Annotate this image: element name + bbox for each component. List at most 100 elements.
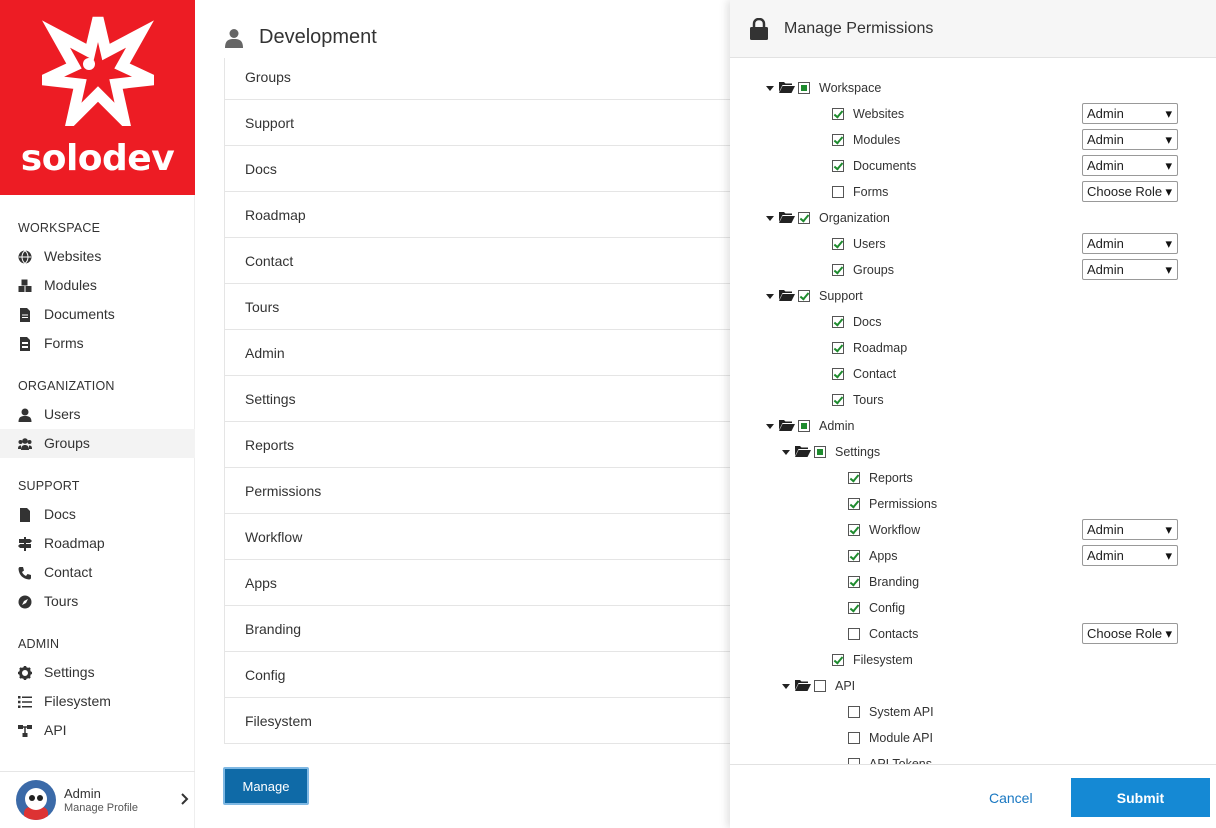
- caret-down-icon[interactable]: [782, 683, 790, 689]
- tree-node: Tours: [832, 387, 884, 413]
- list-item[interactable]: Admin: [225, 329, 764, 375]
- role-select[interactable]: Choose Role: [1082, 623, 1178, 644]
- permission-checkbox[interactable]: [848, 732, 860, 744]
- role-select[interactable]: Admin: [1082, 103, 1178, 124]
- list-item[interactable]: Groups: [225, 58, 764, 99]
- permission-checkbox[interactable]: [832, 264, 844, 276]
- list-item[interactable]: Reports: [225, 421, 764, 467]
- permission-checkbox[interactable]: [848, 602, 860, 614]
- permission-checkbox[interactable]: [832, 186, 844, 198]
- permission-checkbox[interactable]: [814, 446, 826, 458]
- list-item[interactable]: Support: [225, 99, 764, 145]
- permission-checkbox[interactable]: [832, 342, 844, 354]
- permission-checkbox[interactable]: [832, 368, 844, 380]
- solodev-logo[interactable]: solodev: [0, 0, 195, 195]
- caret-down-icon[interactable]: [766, 293, 774, 299]
- permission-checkbox[interactable]: [798, 82, 810, 94]
- list-item[interactable]: Docs: [225, 145, 764, 191]
- sidebar-item-api[interactable]: API: [0, 716, 195, 745]
- profile-name: Admin: [64, 786, 101, 801]
- permission-checkbox[interactable]: [832, 238, 844, 250]
- tree-node: Branding: [848, 569, 919, 595]
- permission-checkbox[interactable]: [832, 394, 844, 406]
- sidebar-item-label: Forms: [44, 335, 84, 351]
- list-item[interactable]: Filesystem: [225, 697, 764, 743]
- sidebar-item-forms[interactable]: Forms: [0, 329, 195, 358]
- cancel-button[interactable]: Cancel: [989, 790, 1033, 806]
- role-select[interactable]: Admin: [1082, 129, 1178, 150]
- permission-label: System API: [869, 705, 934, 719]
- submit-button[interactable]: Submit: [1071, 778, 1210, 817]
- nav-section-admin: ADMIN Settings Filesystem API: [0, 630, 195, 745]
- caret-down-icon[interactable]: [766, 85, 774, 91]
- list-item[interactable]: Settings: [225, 375, 764, 421]
- sidebar-item-websites[interactable]: Websites: [0, 242, 195, 271]
- permission-label: Permissions: [869, 497, 938, 511]
- gear-icon: [18, 665, 32, 680]
- permission-label: Websites: [853, 107, 905, 121]
- permission-label: Config: [869, 601, 906, 615]
- permission-checkbox[interactable]: [848, 498, 860, 510]
- permission-checkbox[interactable]: [848, 576, 860, 588]
- permission-checkbox[interactable]: [798, 212, 810, 224]
- permission-checkbox[interactable]: [814, 680, 826, 692]
- nav-section-heading: ORGANIZATION: [18, 379, 115, 393]
- sidebar-item-users[interactable]: Users: [0, 400, 195, 429]
- sidebar-item-roadmap[interactable]: Roadmap: [0, 529, 195, 558]
- list-item[interactable]: Permissions: [225, 467, 764, 513]
- caret-down-icon[interactable]: [782, 449, 790, 455]
- tree-node: Apps: [848, 543, 898, 569]
- permission-checkbox[interactable]: [848, 524, 860, 536]
- permission-checkbox[interactable]: [848, 628, 860, 640]
- permission-checkbox[interactable]: [832, 108, 844, 120]
- caret-down-icon[interactable]: [766, 423, 774, 429]
- permission-checkbox[interactable]: [832, 160, 844, 172]
- sidebar-item-modules[interactable]: Modules: [0, 271, 195, 300]
- sidebar-item-contact[interactable]: Contact: [0, 558, 195, 587]
- list-item[interactable]: Workflow: [225, 513, 764, 559]
- folder-open-icon: [795, 679, 814, 694]
- list-item[interactable]: Contact: [225, 237, 764, 283]
- sidebar-item-groups[interactable]: Groups: [0, 429, 195, 458]
- sidebar-item-settings[interactable]: Settings: [0, 658, 195, 687]
- role-select[interactable]: Admin: [1082, 545, 1178, 566]
- role-select[interactable]: Choose Role: [1082, 181, 1178, 202]
- caret-down-icon[interactable]: [766, 215, 774, 221]
- sidebar-item-filesystem[interactable]: Filesystem: [0, 687, 195, 716]
- permission-checkbox[interactable]: [832, 134, 844, 146]
- list-item[interactable]: Apps: [225, 559, 764, 605]
- role-select[interactable]: Admin: [1082, 155, 1178, 176]
- permission-checkbox[interactable]: [798, 290, 810, 302]
- manage-button[interactable]: Manage: [223, 767, 309, 805]
- permission-checkbox[interactable]: [832, 316, 844, 328]
- file-icon: [18, 307, 32, 322]
- folder-open-icon: [795, 445, 814, 460]
- permission-checkbox[interactable]: [848, 706, 860, 718]
- permission-checkbox[interactable]: [848, 472, 860, 484]
- tree-node: Users: [832, 231, 886, 257]
- user-icon: [18, 408, 32, 422]
- sidebar-item-label: Filesystem: [44, 693, 111, 709]
- role-select[interactable]: Admin: [1082, 519, 1178, 540]
- sidebar-item-documents[interactable]: Documents: [0, 300, 195, 329]
- manage-permissions-panel: Manage Permissions Workspace Websites Admi…: [730, 0, 1216, 828]
- list-item[interactable]: Config: [225, 651, 764, 697]
- sidebar-item-label: API: [44, 722, 67, 738]
- profile-subtitle: Manage Profile: [64, 802, 138, 814]
- permission-checkbox[interactable]: [832, 654, 844, 666]
- sidebar-item-label: Modules: [44, 277, 97, 293]
- role-select[interactable]: Admin: [1082, 259, 1178, 280]
- list-item[interactable]: Roadmap: [225, 191, 764, 237]
- permission-checkbox[interactable]: [798, 420, 810, 432]
- tree-node: API: [782, 673, 855, 699]
- tree-node: Config: [848, 595, 905, 621]
- profile-menu[interactable]: Admin Manage Profile: [0, 771, 195, 828]
- permission-checkbox[interactable]: [848, 550, 860, 562]
- sidebar-item-tours[interactable]: Tours: [0, 587, 195, 616]
- list-item[interactable]: Tours: [225, 283, 764, 329]
- role-select[interactable]: Admin: [1082, 233, 1178, 254]
- sidebar-item-docs[interactable]: Docs: [0, 500, 195, 529]
- list-item[interactable]: Branding: [225, 605, 764, 651]
- tree-node: Modules: [832, 127, 900, 153]
- tree-node: Contact: [832, 361, 896, 387]
